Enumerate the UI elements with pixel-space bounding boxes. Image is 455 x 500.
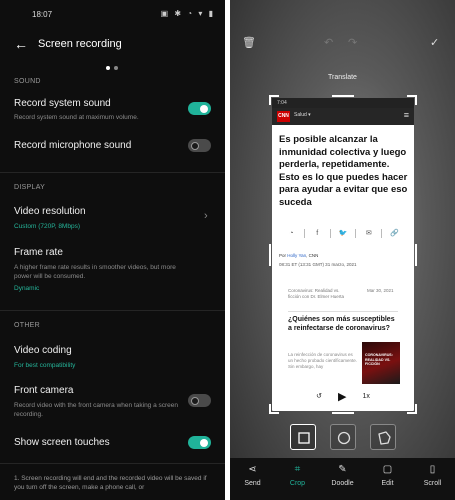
email-icon: ✉: [365, 230, 372, 237]
crop-handle-top[interactable]: [332, 95, 354, 97]
mic-sound-toggle[interactable]: [188, 139, 211, 152]
thumbnail-title: CORONAVIRUS: REALIDAD VS. FICCIÓN: [365, 353, 393, 366]
related-headline-2: ¿Quiénes son más susceptibles a reinfect…: [288, 316, 395, 332]
crop-button[interactable]: ⌗ Crop: [278, 464, 318, 500]
back-arrow-icon[interactable]: ←: [14, 36, 36, 52]
article-headline: Es posible alcanzar la inmunidad colecti…: [279, 134, 408, 208]
rectangle-shape-button[interactable]: [289, 424, 316, 450]
video-thumbnail: CORONAVIRUS: REALIDAD VS. FICCIÓN: [362, 342, 400, 384]
related-link-1-date: Mar 30, 2021: [367, 288, 394, 293]
crop-handle-top-right[interactable]: [407, 95, 417, 105]
video-coding-label: Video coding: [14, 345, 72, 356]
audio-player: ↺ ▶ 1x: [272, 389, 414, 403]
divider: [0, 463, 225, 464]
section-sound: SOUND: [14, 78, 41, 85]
rectangle-icon: [297, 432, 310, 444]
scroll-screenshot-icon: ▯: [429, 464, 436, 475]
frame-rate-desc: A higher frame rate results in smoother …: [14, 264, 176, 280]
crop-handle-bottom[interactable]: [332, 412, 354, 414]
hamburger-icon: ≡: [403, 110, 409, 120]
app-header: ← Screen recording: [14, 36, 122, 52]
related-snippet: La reinfección de coronavirus es un hech…: [288, 352, 358, 369]
screen-touches-label: Show screen touches: [14, 437, 110, 448]
crop-frame[interactable]: 7:04 CNN Salud ▾ ≡ Es posible alcanzar l…: [269, 95, 417, 414]
cropped-screenshot: 7:04 CNN Salud ▾ ≡ Es posible alcanzar l…: [272, 98, 414, 411]
related-link-1: Coronavirus: Realidad vs. ficción con Dr…: [288, 288, 345, 299]
freeform-icon: [377, 431, 391, 445]
rewind-icon: ↺: [316, 393, 322, 400]
screen-recording-settings: 18:07 ▣ ✱ ◔ ▾ ▮ ← Screen recording SOUND…: [0, 0, 225, 500]
circle-icon: [337, 431, 350, 445]
page-dot: [114, 66, 118, 70]
status-time: 18:07: [32, 10, 53, 19]
doodle-button[interactable]: ✎ Doodle: [323, 464, 363, 500]
front-camera-toggle[interactable]: [188, 394, 211, 407]
scroll-button[interactable]: ▯ Scroll: [413, 464, 453, 500]
frame-rate-label: Frame rate: [14, 247, 63, 258]
byline: Por Holly Yan, CNN: [279, 253, 319, 258]
front-camera-desc: Record video with the front camera when …: [14, 402, 179, 418]
crop-handle-right[interactable]: [415, 244, 417, 266]
system-sound-desc: Record system sound at maximum volume.: [14, 114, 139, 121]
crop-shape-selector: [230, 424, 455, 450]
share-icon: ⋖: [248, 464, 257, 475]
frame-rate-value: Dynamic: [14, 285, 40, 292]
screen-touches-toggle[interactable]: [188, 436, 211, 449]
translate-button[interactable]: Translate: [230, 74, 455, 81]
video-resolution-label: Video resolution: [14, 206, 86, 217]
divider: [0, 310, 225, 311]
status-icons: ▣ ✱ ◔ ▾ ▮: [160, 9, 215, 18]
crop-handle-bottom-left[interactable]: [269, 404, 279, 414]
screenshot-editor: 🗑 ↶ ↷ ✓ Translate 7:04 CNN Salud ▾ ≡ Es …: [230, 0, 455, 500]
system-sound-label: Record system sound: [14, 98, 111, 109]
edit-button[interactable]: ▢ Edit: [368, 464, 408, 500]
twitter-icon: 🐦: [338, 230, 348, 237]
checkmark-icon[interactable]: ✓: [430, 36, 439, 49]
divider: [0, 172, 225, 173]
delete-icon[interactable]: 🗑: [242, 36, 256, 49]
facebook-icon: f: [316, 229, 319, 237]
section-display: DISPLAY: [14, 184, 46, 191]
page-title: Screen recording: [38, 38, 122, 50]
circle-shape-button[interactable]: [329, 424, 356, 450]
editor-bottom-toolbar: ⋖ Send ⌗ Crop ✎ Doodle ▢ Edit ▯ Scroll: [230, 458, 455, 500]
system-sound-toggle[interactable]: [188, 102, 211, 115]
front-camera-label: Front camera: [14, 385, 74, 396]
playback-speed: 1x: [362, 392, 370, 400]
play-icon: ▶: [338, 390, 347, 403]
chevron-right-icon: ›: [204, 210, 208, 222]
article-date: 08:31 ET (13:31 GMT) 31 marzo, 2021: [279, 262, 357, 267]
whatsapp-icon: ◔: [289, 229, 294, 237]
section-other: OTHER: [14, 322, 40, 329]
divider: [288, 311, 398, 312]
video-coding-value: For best compatibility: [14, 362, 76, 369]
footnote: 1. Screen recording will end and the rec…: [14, 475, 207, 491]
mic-sound-label: Record microphone sound: [14, 140, 132, 151]
screenshot-composite: 18:07 ▣ ✱ ◔ ▾ ▮ ← Screen recording SOUND…: [0, 0, 455, 500]
inner-site-header: CNN Salud ▾ ≡: [272, 108, 414, 125]
crop-handle-top-left[interactable]: [269, 95, 279, 105]
inner-section: Salud ▾: [294, 112, 311, 118]
video-resolution-value: Custom (720P, 8Mbps): [14, 223, 80, 230]
send-button[interactable]: ⋖ Send: [233, 464, 273, 500]
redo-icon[interactable]: ↷: [348, 36, 357, 49]
page-dot-active: [106, 66, 110, 70]
undo-icon[interactable]: ↶: [324, 36, 333, 49]
edit-icon: ▢: [382, 464, 393, 475]
pen-icon: ✎: [338, 464, 347, 475]
share-bar: ◔ f 🐦 ✉ 🔗: [279, 226, 407, 240]
link-icon: 🔗: [390, 230, 399, 237]
inner-status-time: 7:04: [272, 98, 414, 108]
editor-topbar: 🗑 ↶ ↷ ✓: [230, 36, 455, 56]
cnn-logo-icon: CNN: [277, 111, 290, 122]
crop-handle-bottom-right[interactable]: [407, 404, 417, 414]
crop-icon: ⌗: [294, 464, 301, 475]
page-indicator: [106, 66, 118, 70]
freeform-shape-button[interactable]: [369, 424, 396, 450]
crop-handle-left[interactable]: [269, 244, 271, 266]
